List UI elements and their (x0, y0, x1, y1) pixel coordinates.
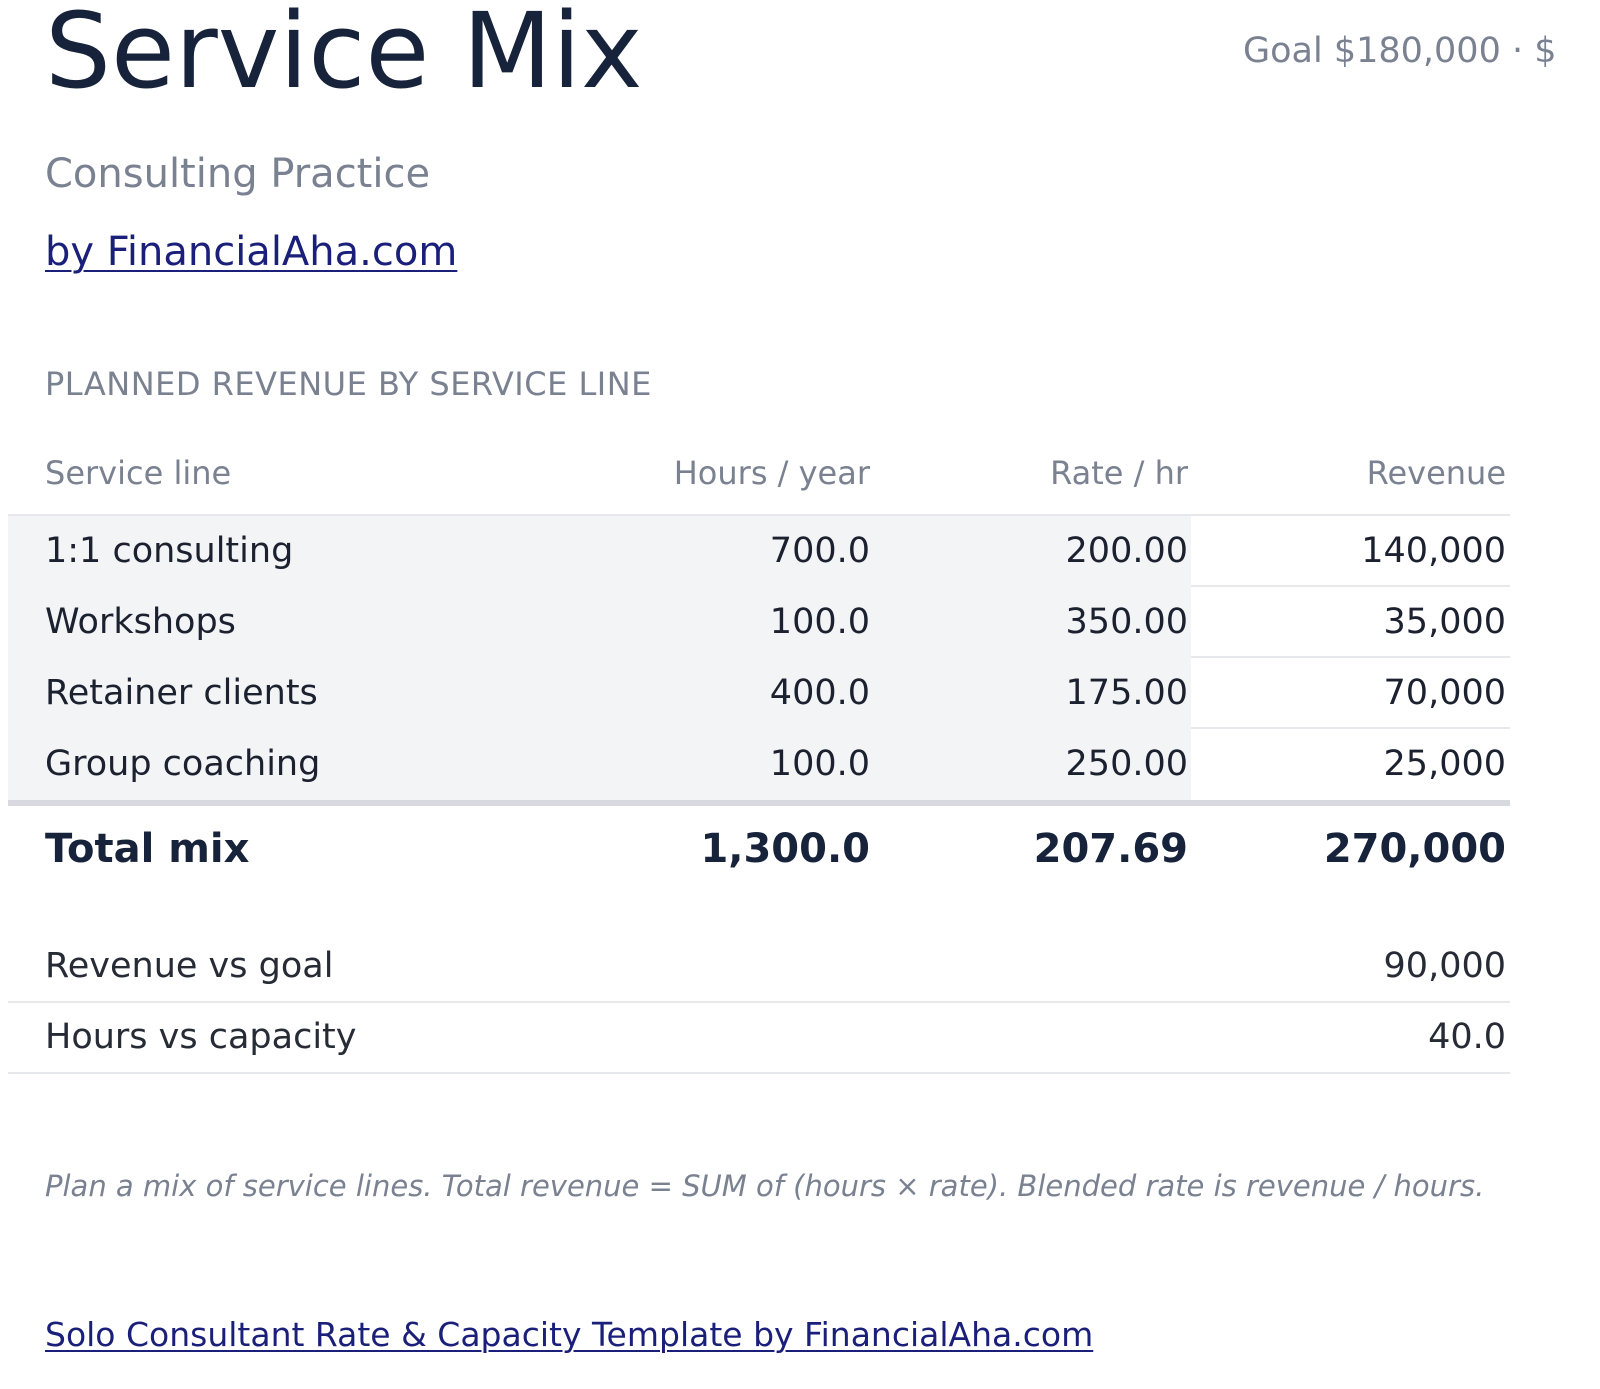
rate-cell[interactable]: 200.00 (886, 516, 1188, 587)
service-name-cell[interactable]: Workshops (45, 587, 236, 658)
comparison-row-hours-vs-capacity: Hours vs capacity 40.0 (8, 1003, 1510, 1074)
hours-cell[interactable]: 100.0 (568, 729, 870, 800)
column-header-rate: Rate / hr (1050, 454, 1188, 492)
hours-cell[interactable]: 700.0 (568, 516, 870, 587)
table-row: Workshops 100.0 350.00 35,000 (8, 587, 1510, 658)
revenue-cell: 70,000 (1383, 673, 1506, 713)
revenue-cell: 25,000 (1383, 744, 1506, 784)
service-name-cell[interactable]: 1:1 consulting (45, 516, 293, 587)
column-header-service-line: Service line (45, 454, 232, 492)
byline-link[interactable]: by FinancialAha.com (45, 228, 457, 276)
service-name-cell[interactable]: Retainer clients (45, 658, 318, 729)
table-header-row: Service line Hours / year Rate / hr Reve… (8, 440, 1510, 516)
footer-link[interactable]: Solo Consultant Rate & Capacity Template… (45, 1314, 1093, 1356)
rate-cell[interactable]: 175.00 (886, 658, 1188, 729)
table-row: Retainer clients 400.0 175.00 70,000 (8, 658, 1510, 729)
comparison-value: 90,000 (1383, 946, 1506, 986)
table-row: Group coaching 100.0 250.00 25,000 (8, 729, 1510, 800)
comparison-list: Revenue vs goal 90,000 Hours vs capacity… (8, 932, 1510, 1074)
goal-summary: Goal $180,000 · $ (1243, 31, 1557, 71)
comparison-label: Revenue vs goal (45, 946, 334, 986)
hours-cell[interactable]: 100.0 (568, 587, 870, 658)
footnote: Plan a mix of service lines. Total reven… (45, 1169, 1485, 1203)
total-revenue: 270,000 (1323, 826, 1506, 872)
table-row: 1:1 consulting 700.0 200.00 140,000 (8, 516, 1510, 587)
comparison-row-revenue-vs-goal: Revenue vs goal 90,000 (8, 932, 1510, 1003)
revenue-cell: 140,000 (1361, 531, 1506, 571)
page-subtitle: Consulting Practice (45, 151, 431, 197)
page-title: Service Mix (45, 0, 643, 112)
column-header-revenue: Revenue (1366, 454, 1506, 492)
total-label: Total mix (45, 826, 250, 872)
service-mix-table: Service line Hours / year Rate / hr Reve… (8, 440, 1510, 892)
column-header-hours: Hours / year (673, 454, 870, 492)
comparison-label: Hours vs capacity (45, 1017, 357, 1057)
total-row: Total mix 1,300.0 207.69 270,000 (8, 806, 1510, 892)
rate-cell[interactable]: 250.00 (886, 729, 1188, 800)
section-label: PLANNED REVENUE BY SERVICE LINE (45, 365, 652, 403)
hours-cell[interactable]: 400.0 (568, 658, 870, 729)
rate-cell[interactable]: 350.00 (886, 587, 1188, 658)
blended-rate: 207.69 (1033, 826, 1188, 872)
revenue-cell: 35,000 (1383, 602, 1506, 642)
comparison-value: 40.0 (1428, 1017, 1506, 1057)
service-name-cell[interactable]: Group coaching (45, 729, 320, 800)
total-hours: 1,300.0 (700, 826, 870, 872)
